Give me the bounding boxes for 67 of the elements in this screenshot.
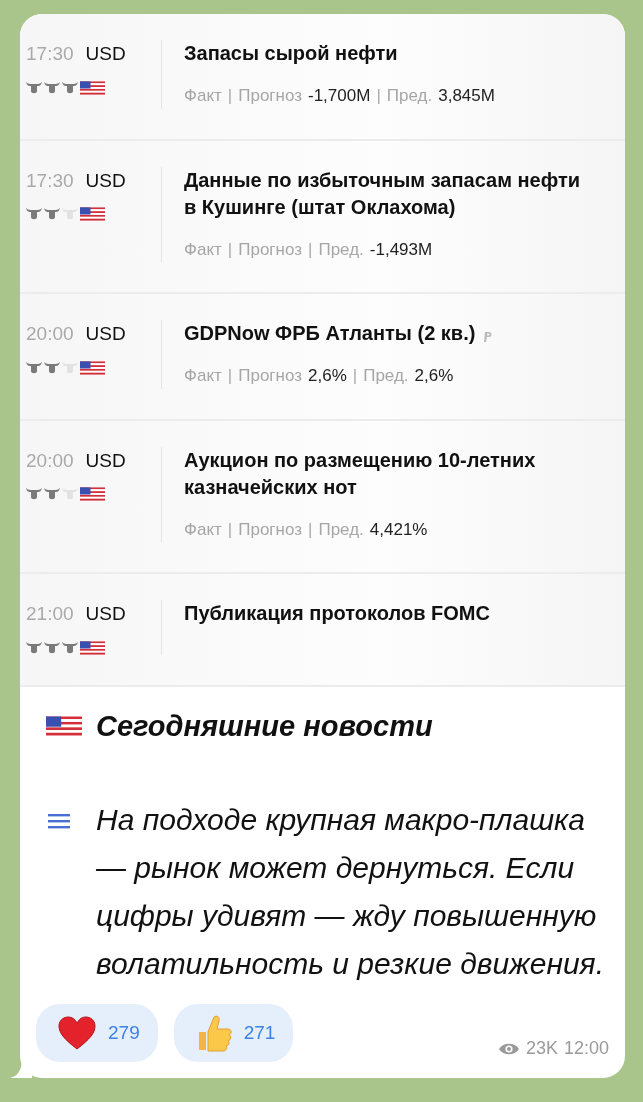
stat-label: Прогноз xyxy=(238,365,302,387)
flag-icon xyxy=(80,360,105,375)
stat-label: Факт xyxy=(184,85,222,107)
currency-code: USD xyxy=(85,43,126,64)
reaction-button[interactable]: 279 xyxy=(36,1004,158,1062)
stat-label: Пред. xyxy=(363,365,409,387)
stat-value: 2,6% xyxy=(414,365,454,387)
stat-label: Прогноз xyxy=(238,85,302,107)
eye-icon xyxy=(497,1041,520,1056)
stat-value: -1,700M xyxy=(308,85,371,107)
bull-icon xyxy=(26,80,42,95)
bull-icon xyxy=(26,640,42,655)
currency-code: USD xyxy=(85,169,126,191)
bull-icon xyxy=(62,640,78,655)
event-time: 21:00 xyxy=(26,603,74,624)
flag-icon xyxy=(46,716,82,737)
bull-icon xyxy=(44,360,60,375)
stat-value: 4,421% xyxy=(369,518,428,541)
separator: | xyxy=(227,365,233,387)
separator: | xyxy=(308,238,313,261)
separator: | xyxy=(376,85,381,107)
stat-label: Факт xyxy=(184,365,222,387)
bull-icon xyxy=(44,80,60,95)
stat-value: 2,6% xyxy=(308,365,347,387)
bull-icon xyxy=(26,360,42,375)
message-time: 12:00 xyxy=(563,1037,609,1060)
flag-icon xyxy=(80,80,105,95)
stat-value: -1,493M xyxy=(369,238,433,261)
bull-icon xyxy=(44,487,60,501)
bull-icon xyxy=(44,640,60,655)
bull-icon xyxy=(26,487,42,501)
bull-icon xyxy=(62,80,78,95)
stat-label: Пред. xyxy=(318,518,364,541)
currency-code: USD xyxy=(85,449,126,471)
stat-label: Пред. xyxy=(386,85,433,107)
message-heading: Сегодняшние новости xyxy=(96,708,433,744)
separator: | xyxy=(308,518,313,541)
stat-label: Факт xyxy=(184,238,222,261)
event-title: Публикация протоколов FOMC xyxy=(184,602,490,624)
currency-code: USD xyxy=(85,323,126,344)
stat-label: Факт xyxy=(184,518,222,541)
bull-icon xyxy=(44,207,60,221)
message-text: На подходе крупная макро-плашка — рынок может дернуться. Если цифры удивят — жду повышенную волатильность и резкие движения. xyxy=(96,802,605,982)
separator: | xyxy=(352,365,358,387)
stat-label: Прогноз xyxy=(238,518,302,541)
event-title: Запасы сырой нефти xyxy=(184,42,398,64)
event-time: 20:00 xyxy=(26,449,74,471)
event-time: 17:30 xyxy=(26,169,74,191)
stat-label: Прогноз xyxy=(238,238,302,261)
separator: | xyxy=(227,518,233,541)
separator: | xyxy=(227,238,233,261)
currency-code: USD xyxy=(85,603,126,624)
event-title: Аукцион по размещению 10-летних казначейских нот xyxy=(184,448,536,498)
stat-value: 3,845M xyxy=(438,85,495,107)
flag-icon xyxy=(80,640,105,655)
reaction-button[interactable]: 271 xyxy=(173,1004,294,1062)
stat-label: Пред. xyxy=(318,238,364,261)
bull-icon xyxy=(26,207,42,221)
event-title: Данные по избыточным запасам нефти в Кушинге (штат Оклахома) xyxy=(184,168,581,218)
view-count: 23K xyxy=(525,1037,558,1060)
event-time: 17:30 xyxy=(26,43,74,64)
separator: | xyxy=(227,85,233,107)
event-title: GDPNow ФРБ Атланты (2 кв.) xyxy=(184,322,476,344)
flag-icon xyxy=(80,487,105,501)
event-time: 20:00 xyxy=(26,323,74,344)
heart-icon xyxy=(58,1016,96,1050)
flag-icon xyxy=(80,207,105,221)
